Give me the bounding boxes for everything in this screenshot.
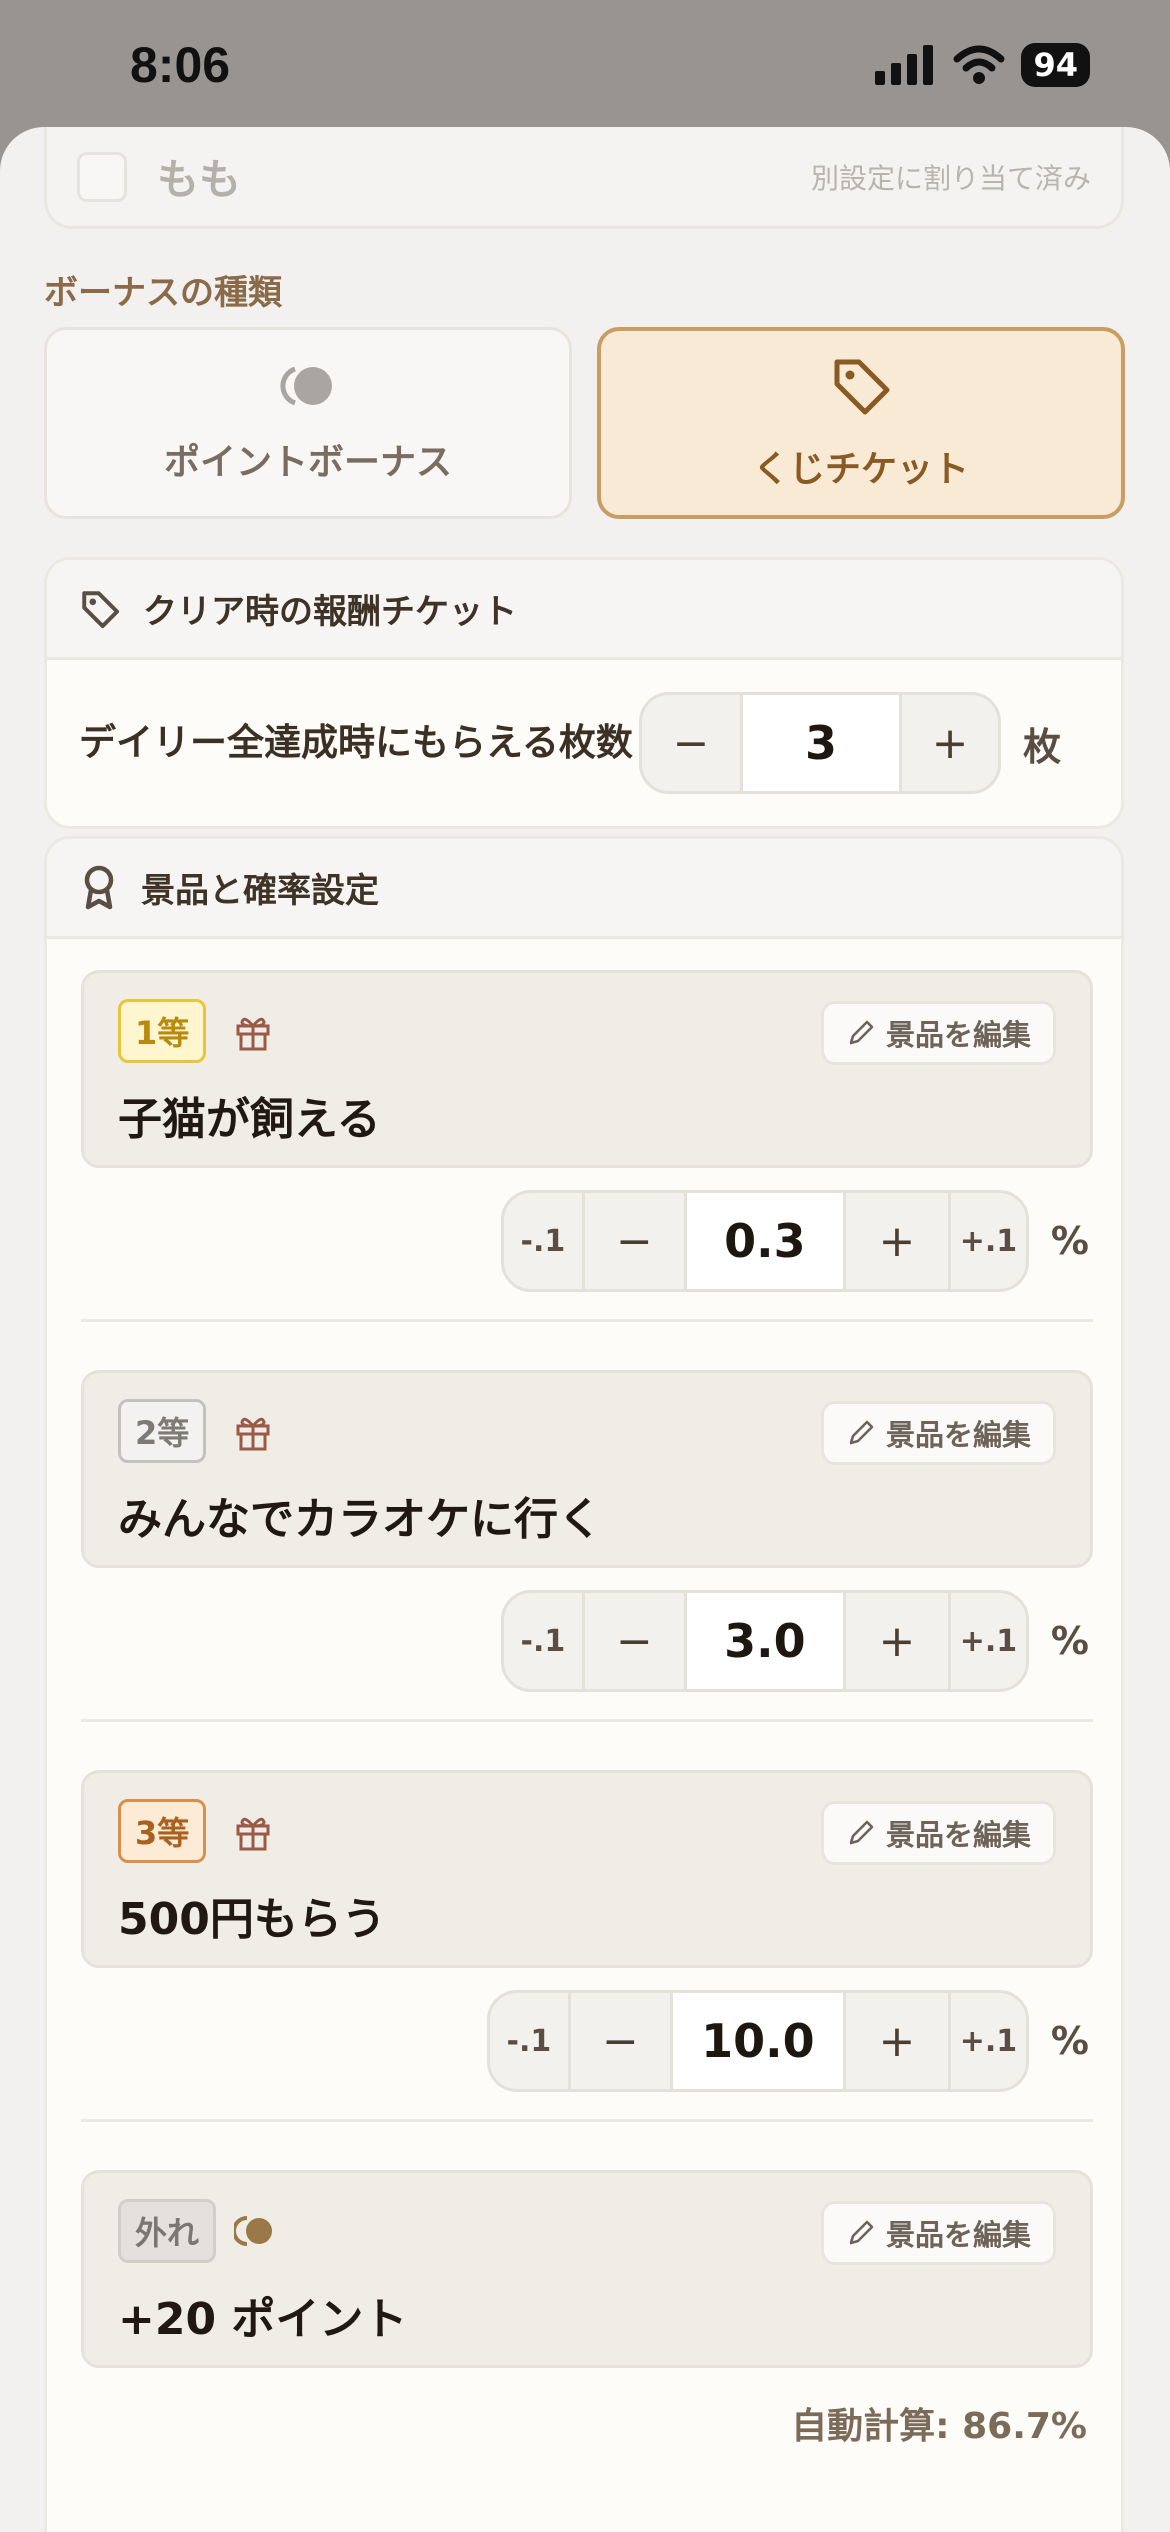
prize-name: 500円もらう xyxy=(118,1894,386,1945)
rank-badge: 1等 xyxy=(118,999,207,1063)
increment-button[interactable]: + xyxy=(846,1593,948,1689)
ticket-count-row: デイリー全達成時にもらえる枚数 − 3 + 枚 xyxy=(47,660,1121,826)
signal-icon xyxy=(875,45,934,85)
ticket-count-value[interactable]: 3 xyxy=(740,695,902,791)
step-up-button[interactable]: +.1 xyxy=(947,1593,1026,1689)
step-down-button[interactable]: -.1 xyxy=(504,1193,582,1289)
decrement-button[interactable]: − xyxy=(581,1193,684,1289)
rank-badge: 3等 xyxy=(118,1799,207,1863)
prize-name: +20 ポイント xyxy=(118,2294,408,2345)
percent-unit: % xyxy=(1050,2019,1089,2063)
battery-indicator: 94 xyxy=(1021,43,1090,87)
ticket-unit: 枚 xyxy=(1023,724,1062,769)
edit-prize-label: 景品を編集 xyxy=(885,2218,1031,2252)
status-bar: 8:06 94 xyxy=(0,0,1170,130)
probability-stepper: -.1 − 0.3 + +.1 xyxy=(500,1190,1029,1292)
point-bonus-option[interactable]: ポイントボーナス xyxy=(44,327,572,519)
tag-icon xyxy=(82,590,120,628)
status-time: 8:06 xyxy=(130,37,231,93)
ticket-reward-card: クリア時の報酬チケット デイリー全達成時にもらえる枚数 − 3 + 枚 xyxy=(44,557,1124,829)
prize-name: 子猫が飼える xyxy=(118,1094,381,1145)
assignment-checkbox[interactable] xyxy=(77,151,127,202)
edit-prize-label: 景品を編集 xyxy=(885,1018,1031,1052)
decrement-button[interactable]: − xyxy=(581,1593,684,1689)
edit-prize-label: 景品を編集 xyxy=(885,1818,1031,1852)
tag-icon xyxy=(834,359,890,415)
increment-button[interactable]: + xyxy=(846,1193,948,1289)
lottery-ticket-label: くじチケット xyxy=(752,449,969,490)
edit-prize-button[interactable]: 景品を編集 xyxy=(820,1801,1056,1865)
prize-settings-title: 景品と確率設定 xyxy=(141,871,379,911)
pencil-icon xyxy=(849,1420,874,1445)
step-down-button[interactable]: -.1 xyxy=(504,1593,582,1689)
percent-unit: % xyxy=(1050,1619,1089,1663)
step-up-button[interactable]: +.1 xyxy=(947,1993,1026,2089)
coins-icon xyxy=(280,366,332,406)
edit-prize-button[interactable]: 景品を編集 xyxy=(820,1001,1056,1065)
probability-value[interactable]: 3.0 xyxy=(683,1593,846,1689)
percent-unit: % xyxy=(1050,1219,1089,1263)
status-icons: 94 xyxy=(875,43,1090,87)
decrement-button[interactable]: − xyxy=(642,695,740,791)
pencil-icon xyxy=(849,2220,874,2245)
probability-value[interactable]: 0.3 xyxy=(683,1193,846,1289)
miss-item: 外れ 景品を編集 +20 ポイント xyxy=(81,2170,1093,2368)
settings-sheet: もも 別設定に割り当て済み ボーナスの種類 ポイントボーナス くじチケット クリ… xyxy=(0,127,1170,2532)
prize-item-3: 3等 景品を編集 500円もらう xyxy=(81,1770,1093,1968)
probability-stepper: -.1 − 3.0 + +.1 xyxy=(500,1590,1029,1692)
ticket-reward-header: クリア時の報酬チケット xyxy=(47,560,1121,660)
prize-name: みんなでカラオケに行く xyxy=(118,1494,602,1545)
assignment-status: 別設定に割り当て済み xyxy=(810,161,1091,195)
coins-icon xyxy=(234,2216,272,2246)
increment-button[interactable]: + xyxy=(902,695,998,791)
probability-value[interactable]: 10.0 xyxy=(669,1993,846,2089)
divider xyxy=(81,2119,1093,2122)
auto-calc-text: 自動計算: 86.7% xyxy=(791,2406,1087,2447)
divider xyxy=(81,1719,1093,1722)
decrement-button[interactable]: − xyxy=(567,1993,670,2089)
probability-row-3: -.1 − 10.0 + +.1 % xyxy=(486,1990,1089,2092)
assignment-name: もも xyxy=(157,155,242,204)
probability-row-1: -.1 − 0.3 + +.1 % xyxy=(500,1190,1089,1292)
ticket-count-label: デイリー全達成時にもらえる枚数 xyxy=(79,721,633,764)
rank-badge: 2等 xyxy=(118,1399,207,1463)
ticket-count-stepper: − 3 + xyxy=(639,692,1001,794)
award-icon xyxy=(84,865,114,909)
rank-badge: 外れ xyxy=(118,2199,217,2263)
prize-item-1: 1等 景品を編集 子猫が飼える xyxy=(81,970,1093,1168)
ticket-reward-title: クリア時の報酬チケット xyxy=(143,592,517,632)
step-up-button[interactable]: +.1 xyxy=(947,1193,1026,1289)
wifi-icon xyxy=(953,45,1005,84)
prize-settings-card: 景品と確率設定 1等 景品を編集 子猫が飼える -.1 − 0.3 + +.1 … xyxy=(44,836,1124,2532)
probability-row-2: -.1 − 3.0 + +.1 % xyxy=(500,1590,1089,1692)
step-down-button[interactable]: -.1 xyxy=(490,1993,568,2089)
edit-prize-button[interactable]: 景品を編集 xyxy=(820,2201,1056,2265)
lottery-ticket-option[interactable]: くじチケット xyxy=(597,327,1125,519)
gift-icon xyxy=(236,1417,270,1451)
pencil-icon xyxy=(849,1020,874,1045)
pencil-icon xyxy=(849,1820,874,1845)
gift-icon xyxy=(236,1017,270,1051)
point-bonus-label: ポイントボーナス xyxy=(163,442,452,483)
increment-button[interactable]: + xyxy=(846,1993,948,2089)
prize-settings-header: 景品と確率設定 xyxy=(47,839,1121,939)
bonus-type-label: ボーナスの種類 xyxy=(44,273,282,313)
edit-prize-label: 景品を編集 xyxy=(885,1418,1031,1452)
divider xyxy=(81,1319,1093,1322)
gift-icon xyxy=(236,1817,270,1851)
edit-prize-button[interactable]: 景品を編集 xyxy=(820,1401,1056,1465)
probability-stepper: -.1 − 10.0 + +.1 xyxy=(486,1990,1029,2092)
assignment-row[interactable]: もも 別設定に割り当て済み xyxy=(44,127,1124,229)
prize-item-2: 2等 景品を編集 みんなでカラオケに行く xyxy=(81,1370,1093,1568)
